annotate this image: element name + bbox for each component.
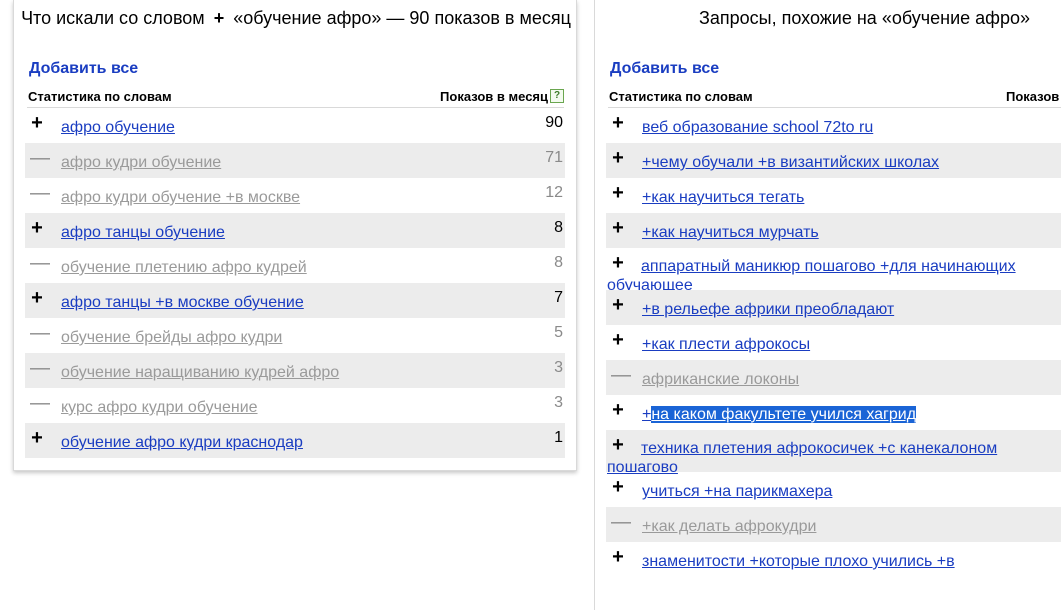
plus-icon[interactable]: + xyxy=(30,113,44,133)
minus-icon[interactable]: — xyxy=(30,358,50,378)
shows-count: 8 xyxy=(554,254,563,271)
phrase-link[interactable]: афро танцы +в москве обучение xyxy=(61,293,304,312)
plus-icon[interactable]: + xyxy=(611,400,625,420)
phrase-link[interactable]: обучение брейды афро кудри xyxy=(61,328,282,347)
plus-icon[interactable]: + xyxy=(611,295,625,315)
plus-icon[interactable]: + xyxy=(611,148,625,168)
shows-count: 12 xyxy=(545,184,563,201)
right-add-all-link[interactable]: Добавить все xyxy=(610,60,719,78)
table-row: + афро танцы обучение 8 xyxy=(25,213,565,248)
phrase-link[interactable]: обучение наращиванию кудрей афро xyxy=(61,363,339,382)
table-row: — +как делать афрокудри xyxy=(606,507,1061,542)
table-row: + учиться +на парикмахера xyxy=(606,472,1061,507)
phrase-link[interactable]: +как плести афрокосы xyxy=(642,335,810,354)
table-row: — африканские локоны xyxy=(606,360,1061,395)
plus-icon[interactable]: + xyxy=(611,113,625,133)
plus-icon[interactable]: + xyxy=(30,428,44,448)
phrase-link[interactable]: веб образование school 72to ru xyxy=(642,118,873,137)
table-row: + афро танцы +в москве обучение 7 xyxy=(25,283,565,318)
shows-count: 7 xyxy=(554,289,563,306)
shows-count: 1 xyxy=(554,429,563,446)
phrase-link[interactable]: обучение афро кудри краснодар xyxy=(61,433,303,452)
right-word-list: + веб образование school 72to ru + +чему… xyxy=(606,108,1061,577)
plus-icon[interactable]: + xyxy=(611,477,625,497)
title-suffix: «обучение афро» — 90 показов в месяц xyxy=(233,8,571,28)
minus-icon[interactable]: — xyxy=(30,393,50,413)
table-row: — обучение наращиванию кудрей афро 3 xyxy=(25,353,565,388)
table-row: — обучение брейды афро кудри 5 xyxy=(25,318,565,353)
table-row: + +чему обучали +в византийских школах xyxy=(606,143,1061,178)
phrase-link[interactable]: афро обучение xyxy=(61,118,175,137)
title-plus-icon: + xyxy=(213,8,225,28)
table-row: + аппаратный маникюр пошагово +для начин… xyxy=(606,248,1061,294)
plus-icon[interactable]: + xyxy=(30,218,44,238)
minus-icon[interactable]: — xyxy=(30,323,50,343)
table-row: + афро обучение 90 xyxy=(25,108,565,143)
table-row: + +на каком факультете учился хагрид xyxy=(606,395,1061,430)
phrase-link[interactable]: +на каком факультете учился хагрид xyxy=(642,405,917,424)
plus-icon[interactable]: + xyxy=(30,288,44,308)
table-row: + +как научиться тегать xyxy=(606,178,1061,213)
phrase-link[interactable]: афро кудри обучение +в москве xyxy=(61,188,300,207)
shows-count: 3 xyxy=(554,394,563,411)
left-panel-title: Что искали со словом + «обучение афро» —… xyxy=(14,7,578,30)
table-row: + +в рельефе африки преобладают xyxy=(606,290,1061,325)
minus-icon[interactable]: — xyxy=(611,365,631,385)
table-row: — афро кудри обучение +в москве 12 xyxy=(25,178,565,213)
plus-icon[interactable]: + xyxy=(611,183,625,203)
col-shows-header: Показов в месяц xyxy=(440,89,548,104)
right-table-header: Статистика по словам Показов xyxy=(608,88,1061,108)
table-row: + техника плетения афрокосичек +с канека… xyxy=(606,430,1061,476)
title-prefix: Что искали со словом xyxy=(21,8,205,28)
plus-icon[interactable]: + xyxy=(611,547,625,567)
plus-icon[interactable]: + xyxy=(611,218,625,238)
left-add-all-link[interactable]: Добавить все xyxy=(29,60,138,78)
minus-icon[interactable]: — xyxy=(30,183,50,203)
phrase-link[interactable]: +чему обучали +в византийских школах xyxy=(642,153,939,172)
table-row: + веб образование school 72to ru xyxy=(606,108,1061,143)
minus-icon[interactable]: — xyxy=(30,253,50,273)
phrase-link[interactable]: афро танцы обучение xyxy=(61,223,225,242)
col-shows-header: Показов xyxy=(1006,89,1060,104)
phrase-link[interactable]: афро кудри обучение xyxy=(61,153,221,172)
phrase-link[interactable]: африканские локоны xyxy=(642,370,799,389)
table-row: + +как плести афрокосы xyxy=(606,325,1061,360)
left-table-header: Статистика по словам Показов в месяц ? xyxy=(27,88,564,108)
plus-icon[interactable]: + xyxy=(611,330,625,350)
shows-count: 71 xyxy=(545,149,563,166)
shows-count: 3 xyxy=(554,359,563,376)
phrase-link[interactable]: +как делать афрокудри xyxy=(642,517,816,536)
minus-icon[interactable]: — xyxy=(611,512,631,532)
right-panel-title: Запросы, похожие на «обучение афро» xyxy=(699,8,1030,28)
minus-icon[interactable]: — xyxy=(30,148,50,168)
shows-count: 8 xyxy=(554,219,563,236)
left-word-list: + афро обучение 90 — афро кудри обучение… xyxy=(25,108,565,458)
table-row: — курс афро кудри обучение 3 xyxy=(25,388,565,423)
phrase-link[interactable]: обучение плетению афро кудрей xyxy=(61,258,307,277)
table-row: — афро кудри обучение 71 xyxy=(25,143,565,178)
phrase-link[interactable]: учиться +на парикмахера xyxy=(642,482,832,501)
help-icon[interactable]: ? xyxy=(550,89,564,103)
phrase-plus-prefix: + xyxy=(642,406,652,423)
phrase-link[interactable]: +как научиться мурчать xyxy=(642,223,819,242)
table-row: + +как научиться мурчать xyxy=(606,213,1061,248)
col-words-header: Статистика по словам xyxy=(609,89,753,104)
selected-text: на каком факультете учился хагрид xyxy=(651,406,917,423)
table-row: — обучение плетению афро кудрей 8 xyxy=(25,248,565,283)
search-with-word-panel: Что искали со словом + «обучение афро» —… xyxy=(13,0,577,471)
phrase-link[interactable]: +в рельефе африки преобладают xyxy=(642,300,894,319)
table-row: + знаменитости +которые плохо учились +в xyxy=(606,542,1061,577)
shows-count: 5 xyxy=(554,324,563,341)
shows-count: 90 xyxy=(545,114,563,131)
phrase-link[interactable]: курс афро кудри обучение xyxy=(61,398,258,417)
phrase-link[interactable]: +как научиться тегать xyxy=(642,188,804,207)
col-words-header: Статистика по словам xyxy=(28,89,172,104)
similar-queries-panel: Запросы, похожие на «обучение афро» Доба… xyxy=(594,0,1061,610)
phrase-link[interactable]: знаменитости +которые плохо учились +в xyxy=(642,552,955,571)
table-row: + обучение афро кудри краснодар 1 xyxy=(25,423,565,458)
